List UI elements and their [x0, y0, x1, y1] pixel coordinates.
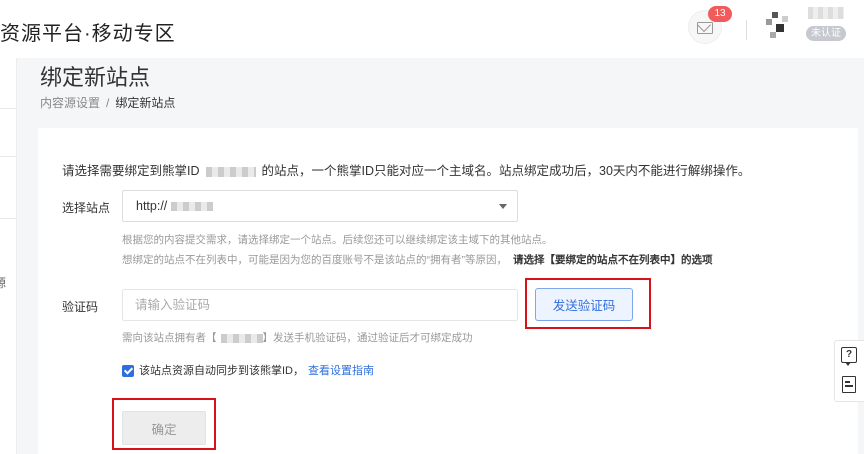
sidebar-item-partial[interactable]: 源	[0, 274, 6, 291]
site-url-blurred	[171, 202, 214, 212]
sync-label: 该站点资源自动同步到该熊掌ID，	[139, 365, 304, 377]
top-header: 资源平台·移动专区 13 未认证	[0, 0, 864, 58]
feedback-icon[interactable]	[842, 376, 856, 393]
sidebar-divider	[0, 218, 16, 219]
header-divider	[746, 20, 747, 40]
avatar[interactable]	[766, 12, 792, 40]
highlight-box-confirm	[112, 398, 216, 450]
username-blurred[interactable]	[808, 7, 844, 19]
site-hint-2-strong: 请选择【要绑定的站点不在列表中】的选项	[513, 254, 713, 266]
intro-text: 请选择需要绑定到熊掌ID 的站点，一个熊掌ID只能对应一个主域名。站点绑定成功后，…	[62, 160, 750, 179]
sync-option: 该站点资源自动同步到该熊掌ID， 查看设置指南	[122, 362, 374, 378]
settings-guide-link[interactable]: 查看设置指南	[308, 365, 374, 377]
breadcrumb-current: 绑定新站点	[115, 96, 176, 110]
sync-checkbox[interactable]	[122, 365, 134, 378]
sidebar-divider	[0, 108, 16, 109]
page-title: 绑定新站点	[40, 65, 151, 90]
breadcrumb-separator: /	[106, 96, 110, 110]
highlight-box-send-code	[525, 278, 651, 329]
site-select-label: 选择站点	[62, 201, 111, 215]
code-hint: 需向该站点拥有者【 】发送手机验证码，通过验证后才可绑定成功	[122, 332, 473, 344]
envelope-icon	[697, 22, 713, 34]
site-select[interactable]: http://	[122, 190, 518, 222]
breadcrumb-parent-link[interactable]: 内容源设置	[40, 96, 100, 110]
code-label: 验证码	[62, 300, 99, 314]
intro-prefix: 请选择需要绑定到熊掌ID	[62, 164, 200, 178]
intro-suffix: 的站点，一个熊掌ID只能对应一个主域名。站点绑定成功后，30天内不能进行解绑操作…	[261, 164, 751, 178]
sidebar	[0, 58, 17, 454]
platform-title: 资源平台·移动专区	[0, 23, 176, 45]
verification-code-input[interactable]	[122, 289, 518, 321]
message-count-badge: 13	[708, 6, 732, 22]
chevron-down-icon	[499, 204, 507, 209]
owner-blurred	[220, 333, 263, 343]
site-select-value: http://	[136, 199, 214, 213]
site-hint-1: 根据您的内容提交需求，请选择绑定一个站点。后续您还可以继续绑定该主域下的其他站点…	[122, 234, 553, 246]
xiongzhang-id-blurred	[205, 166, 256, 177]
breadcrumb: 内容源设置 / 绑定新站点	[40, 94, 175, 111]
site-hint-2: 想绑定的站点不在列表中，可能是因为您的百度账号不是该站点的“拥有者”等原因， 请选…	[122, 254, 713, 266]
sidebar-divider	[0, 156, 16, 157]
help-icon[interactable]: ?	[841, 347, 857, 366]
verify-status-tag: 未认证	[806, 26, 846, 41]
floating-toolbar: ?	[834, 340, 864, 402]
